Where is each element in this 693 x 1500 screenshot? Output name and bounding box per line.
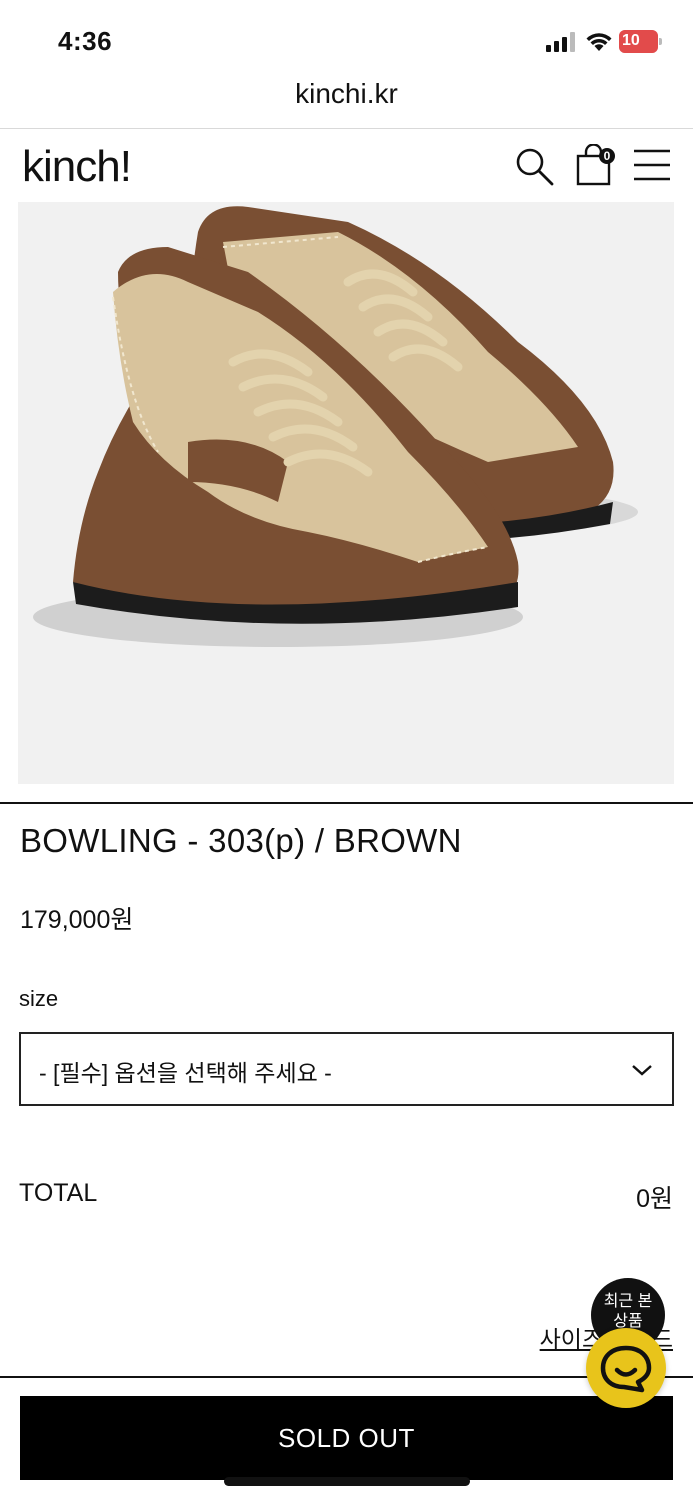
cart-button[interactable]: 0 <box>575 143 615 186</box>
size-select-value: - [필수] 옵션을 선택해 주세요 - <box>39 1060 332 1086</box>
cart-count-badge: 0 <box>599 148 615 164</box>
product-image[interactable] <box>18 202 674 784</box>
product-title: BOWLING - 303(p) / BROWN <box>20 822 462 859</box>
image-divider <box>0 802 693 804</box>
size-option-label: size <box>19 986 59 1011</box>
url-bar[interactable]: kinchi.kr <box>0 78 693 128</box>
url-divider <box>0 128 693 129</box>
size-select[interactable]: - [필수] 옵션을 선택해 주세요 - <box>19 1032 674 1106</box>
sold-out-button[interactable]: SOLD OUT <box>20 1396 673 1480</box>
site-logo[interactable]: kinch! <box>22 142 132 192</box>
recent-products-label-line1: 최근 본 <box>603 1293 653 1310</box>
total-label: TOTAL <box>19 1179 98 1207</box>
search-icon[interactable] <box>514 146 554 186</box>
hamburger-menu-icon[interactable] <box>633 148 671 182</box>
battery-icon: 10 <box>619 30 663 53</box>
battery-level: 10 <box>622 32 640 49</box>
product-price: 179,000원 <box>20 906 134 934</box>
total-value: 0원 <box>636 1185 673 1213</box>
chat-icon <box>600 1345 652 1393</box>
chevron-down-icon <box>632 1065 652 1076</box>
signal-icon <box>546 32 575 52</box>
status-bar: 4:36 10 <box>0 0 693 80</box>
chat-button[interactable] <box>586 1328 666 1408</box>
wifi-icon <box>586 33 612 51</box>
home-indicator <box>224 1477 470 1486</box>
site-header: kinch! 0 <box>0 130 693 202</box>
status-time: 4:36 <box>58 26 113 56</box>
shoe-illustration <box>33 206 638 647</box>
